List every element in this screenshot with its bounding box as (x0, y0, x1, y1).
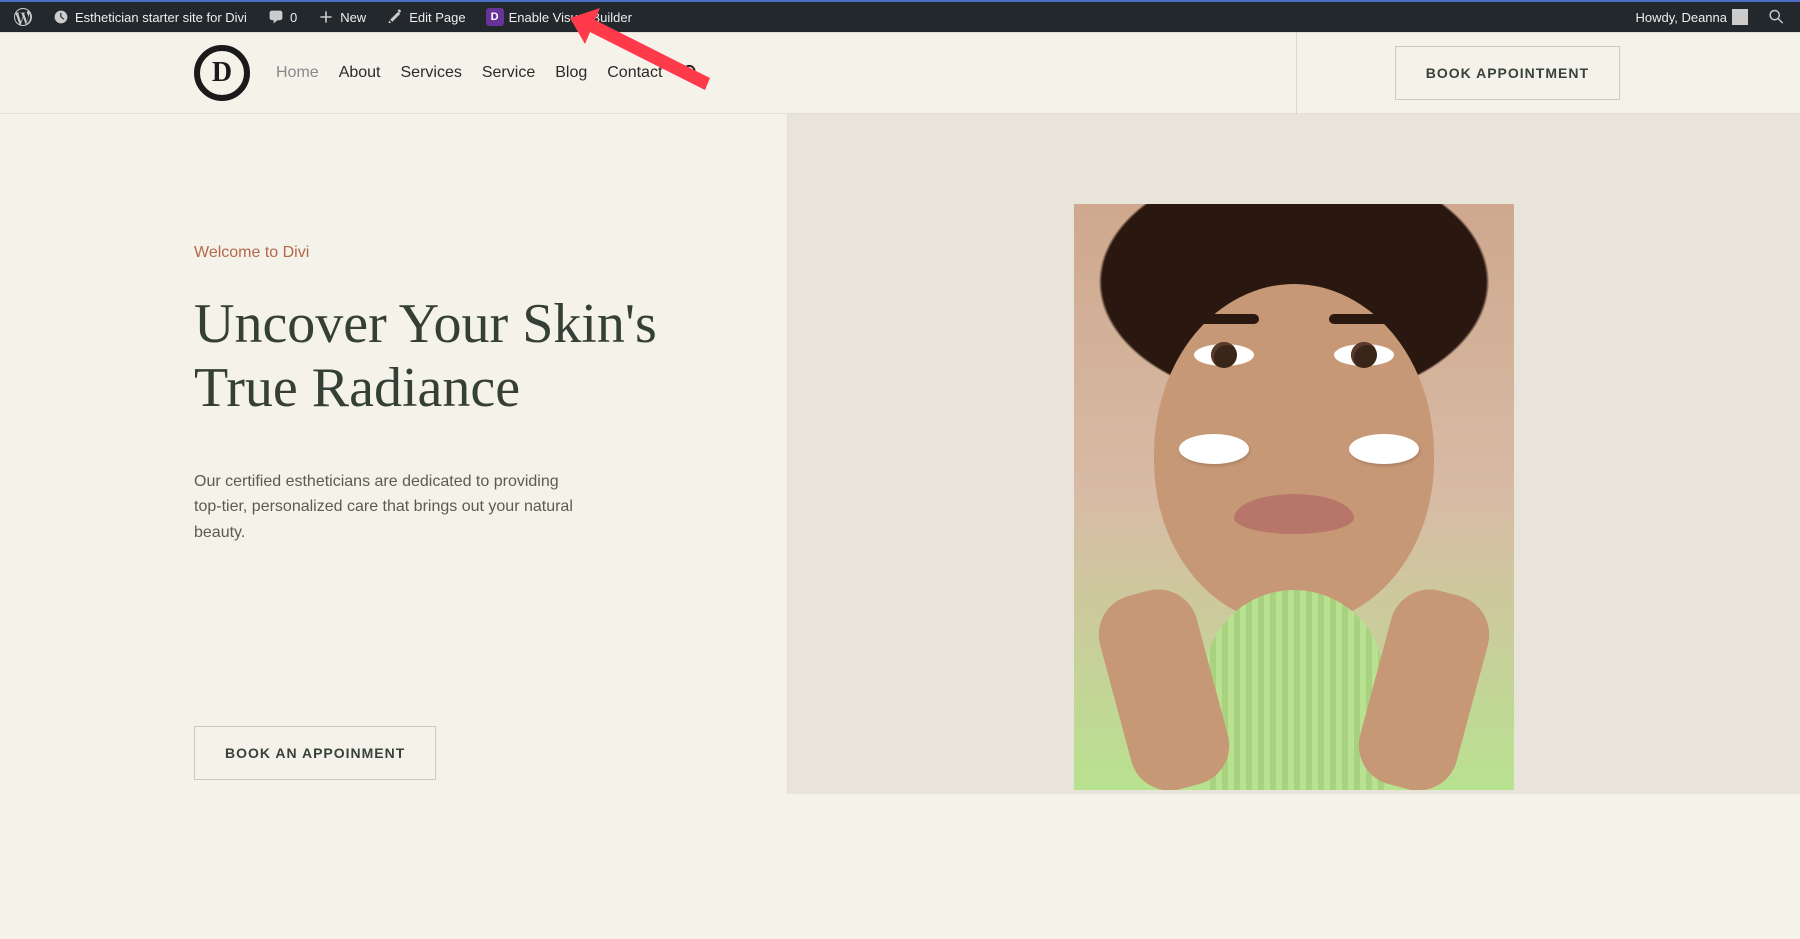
hero-image-eye (1194, 344, 1254, 366)
hero-right-column (788, 114, 1800, 794)
enable-visual-builder-menu[interactable]: D Enable Visual Builder (482, 8, 636, 26)
dashboard-icon (52, 8, 70, 26)
hero-image-eye (1334, 344, 1394, 366)
site-logo[interactable]: D (194, 45, 250, 101)
nav-home[interactable]: Home (276, 58, 319, 88)
howdy-text: Howdy, Deanna (1635, 10, 1727, 25)
comment-icon (267, 8, 285, 26)
hero-image-brow (1329, 314, 1399, 324)
hero-eyebrow: Welcome to Divi (194, 244, 707, 262)
hero-body: Our certified estheticians are dedicated… (194, 469, 574, 546)
pencil-icon (386, 8, 404, 26)
search-icon (1768, 8, 1786, 26)
hero-image-shirt (1204, 590, 1384, 790)
header-divider (1296, 32, 1297, 114)
search-icon (682, 64, 700, 82)
nav-contact[interactable]: Contact (607, 58, 662, 88)
admin-search[interactable] (1764, 8, 1790, 26)
hero-headline: Uncover Your Skin's True Radiance (194, 292, 707, 421)
nav-services[interactable]: Services (401, 58, 462, 88)
hero-image-cream (1349, 434, 1419, 464)
comments-menu[interactable]: 0 (263, 8, 301, 26)
main-nav: Home About Services Service Blog Contact (276, 58, 700, 88)
header-cta-wrap: BOOK APPOINTMENT (1296, 32, 1800, 114)
hero-image (1074, 204, 1514, 790)
site-name-text: Esthetician starter site for Divi (75, 10, 247, 25)
edit-page-label: Edit Page (409, 10, 465, 25)
hero-left-column: Welcome to Divi Uncover Your Skin's True… (0, 114, 788, 794)
hero-image-cream (1179, 434, 1249, 464)
nav-about[interactable]: About (339, 58, 381, 88)
wordpress-icon (14, 8, 32, 26)
header-inner: D Home About Services Service Blog Conta… (0, 32, 1800, 114)
wp-logo-menu[interactable] (10, 8, 36, 26)
comments-count: 0 (290, 10, 297, 25)
nav-service[interactable]: Service (482, 58, 535, 88)
new-content-menu[interactable]: New (313, 8, 370, 26)
admin-bar-right: Howdy, Deanna (1631, 8, 1790, 26)
hero-image-brow (1189, 314, 1259, 324)
divi-icon: D (486, 8, 504, 26)
wp-admin-bar: Esthetician starter site for Divi 0 New … (0, 2, 1800, 32)
hero-section: Welcome to Divi Uncover Your Skin's True… (0, 114, 1800, 794)
nav-search[interactable] (682, 64, 700, 82)
plus-icon (317, 8, 335, 26)
enable-vb-label: Enable Visual Builder (509, 10, 632, 25)
hero-book-button[interactable]: BOOK AN APPOINMENT (194, 726, 436, 780)
admin-bar-left: Esthetician starter site for Divi 0 New … (10, 8, 1631, 26)
site-header: D Home About Services Service Blog Conta… (0, 32, 1800, 114)
avatar-icon (1732, 9, 1748, 25)
hero-image-lips (1234, 494, 1354, 534)
edit-page-menu[interactable]: Edit Page (382, 8, 469, 26)
site-name-menu[interactable]: Esthetician starter site for Divi (48, 8, 251, 26)
book-appointment-button[interactable]: BOOK APPOINTMENT (1395, 46, 1620, 100)
nav-blog[interactable]: Blog (555, 58, 587, 88)
new-label: New (340, 10, 366, 25)
howdy-account-menu[interactable]: Howdy, Deanna (1631, 9, 1752, 25)
